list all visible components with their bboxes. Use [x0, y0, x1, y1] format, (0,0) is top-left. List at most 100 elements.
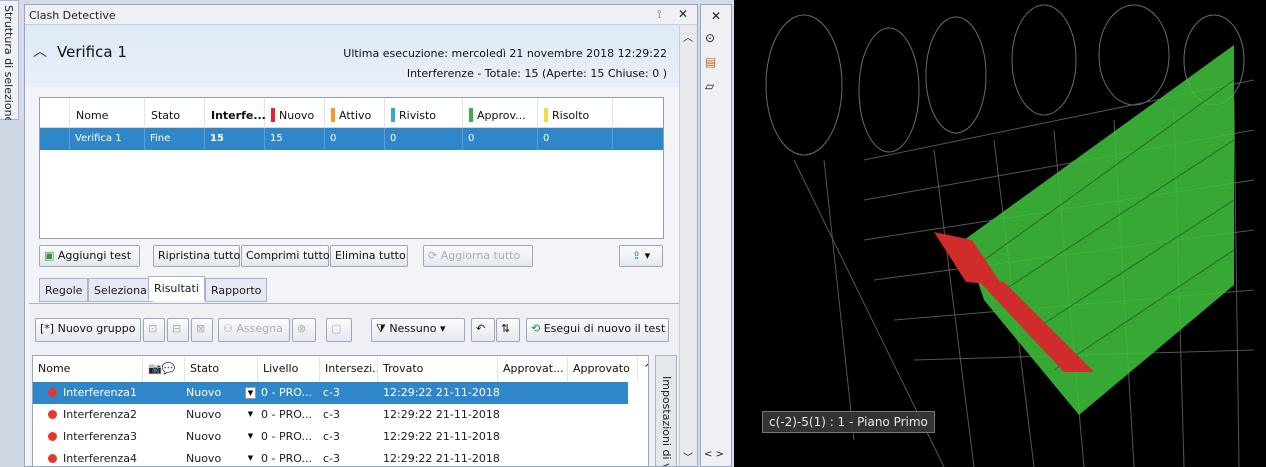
test-row-approvato: 0 — [463, 128, 538, 150]
view-settings-panel[interactable]: Impostazioni di v — [655, 355, 677, 467]
tests-col-risolto[interactable]: Risolto — [538, 98, 613, 128]
results-col-stato[interactable]: Stato — [185, 356, 258, 382]
clash-level: 0 - PRO... — [261, 386, 312, 399]
delete-all-button[interactable]: Elimina tutto — [330, 245, 408, 267]
test-row-rivisto: 0 — [385, 128, 463, 150]
clash-name-label: Interferenza4 — [63, 452, 137, 465]
test-row-stato: Fine — [145, 128, 205, 150]
tests-col-stato[interactable]: Stato — [145, 98, 205, 128]
update-all-button[interactable]: ⟳ Aggiorna tutto — [423, 245, 533, 267]
comment-tool-icon[interactable]: ▱ — [705, 79, 714, 93]
tests-col-approvato[interactable]: Approv... — [463, 98, 538, 128]
status-dropdown-icon[interactable]: ▼ — [245, 431, 256, 443]
clash-name-label: Interferenza2 — [63, 408, 137, 421]
clash-row[interactable]: Interferenza3 Nuovo ▼ 0 - PRO... c-3 12:… — [33, 426, 648, 448]
clash-row[interactable]: Interferenza4 Nuovo ▼ 0 - PRO... c-3 12:… — [33, 448, 648, 466]
tab-rapporto[interactable]: Rapporto — [205, 278, 268, 302]
reviewed-status-swatch — [391, 108, 395, 122]
test-header: ︿ Verifica 1 Ultima esecuzione: mercoled… — [25, 25, 697, 87]
camera-tool-icon[interactable]: ⊙ — [705, 31, 715, 45]
add-test-button[interactable]: ▣ Aggiungi test — [39, 245, 140, 267]
clash-status-dot — [48, 388, 57, 397]
clash-row[interactable]: Interferenza1 Nuovo ▼ 0 - PRO... c-3 12:… — [33, 382, 628, 404]
clash-status-dot — [48, 410, 57, 419]
panel-scrollbar[interactable]: ︿ ﹀ — [679, 25, 697, 466]
active-status-swatch — [331, 108, 335, 122]
clash-element-green — [964, 45, 1234, 415]
test-row-attivo: 0 — [325, 128, 385, 150]
compact-all-button[interactable]: Comprimi tutto — [241, 245, 330, 267]
clash-row[interactable]: Interferenza2 Nuovo ▼ 0 - PRO... c-3 12:… — [33, 404, 648, 426]
tests-col-attivo[interactable]: Attivo — [325, 98, 385, 128]
close-icon[interactable]: ✕ — [711, 9, 721, 23]
tests-col-nome[interactable]: Nome — [70, 98, 145, 128]
close-icon[interactable]: ✕ — [678, 7, 688, 21]
results-col-nome[interactable]: Nome — [33, 356, 143, 382]
group-icon[interactable]: ⊡ — [143, 318, 165, 342]
reset-filter-icon[interactable]: ↶ — [471, 318, 495, 342]
clash-level: 0 - PRO... — [261, 430, 312, 443]
assign-icon: ⚇ — [223, 322, 237, 335]
test-title: Verifica 1 — [57, 43, 127, 61]
filter-label: Nessuno — [389, 322, 437, 335]
viewport-location-label: c(-2)-5(1) : 1 - Piano Primo — [762, 411, 935, 433]
remove-from-group-icon[interactable]: ⊠ — [191, 318, 213, 342]
clash-found: 12:29:22 21-11-2018 — [383, 386, 500, 399]
rerun-label: Esegui di nuovo il test — [543, 322, 666, 335]
comment-icon[interactable]: ▢ — [326, 318, 352, 342]
filter-dropdown[interactable]: ⧩ Nessuno ▾ — [371, 318, 465, 342]
add-test-icon: ▣ — [44, 249, 58, 262]
clash-name: Interferenza4 — [45, 448, 185, 466]
test-row[interactable]: Verifica 1 Fine 15 15 0 0 0 0 — [40, 128, 663, 150]
tests-col-rivisto[interactable]: Rivisto — [385, 98, 463, 128]
export-dropdown-button[interactable]: ⇪ ▾ — [619, 245, 663, 267]
unassign-icon[interactable]: ⊗ — [292, 318, 316, 342]
tests-col-interferenze[interactable]: Interfe... — [205, 98, 266, 128]
tests-col-nuovo[interactable]: Nuovo — [265, 98, 325, 128]
results-col-livello[interactable]: Livello — [258, 356, 320, 382]
rerun-test-button[interactable]: ⟲ Esegui di nuovo il test — [526, 318, 669, 342]
folder-tool-icon[interactable]: ▤ — [705, 55, 716, 69]
test-row-spacer — [40, 128, 70, 150]
ungroup-icon[interactable]: ⊟ — [167, 318, 189, 342]
results-col-approvato-da[interactable]: Approvat... — [498, 356, 568, 382]
tab-regole[interactable]: Regole — [39, 278, 89, 302]
new-group-label: Nuovo gruppo — [57, 322, 136, 335]
scroll-down-icon[interactable]: ﹀ — [683, 449, 693, 464]
tests-col-attivo-label: Attivo — [339, 109, 372, 122]
clash-grid: c-3 — [323, 386, 341, 399]
selection-tree-tab[interactable]: Struttura di selezione — [0, 0, 19, 123]
results-col-approvato[interactable]: Approvato — [568, 356, 638, 382]
tab-strip: Regole Seleziona Risultati Rapporto — [39, 276, 679, 304]
wireframe-model — [765, 4, 1255, 467]
results-scroll-up-icon[interactable]: ⌃ — [638, 356, 648, 382]
new-group-icon: [*] — [40, 322, 58, 335]
clash-grid: c-3 — [323, 408, 341, 421]
status-dropdown-icon[interactable]: ▼ — [245, 453, 256, 465]
status-dropdown-icon[interactable]: ▼ — [245, 387, 256, 399]
reset-all-button[interactable]: Ripristina tutto — [153, 245, 240, 267]
status-dropdown-icon[interactable]: ▼ — [245, 409, 256, 421]
sort-icon[interactable]: ⇅ — [496, 318, 520, 342]
tests-col-approvato-label: Approv... — [477, 109, 526, 122]
assign-button[interactable]: ⚇ Assegna — [218, 318, 290, 342]
clash-status: Nuovo — [186, 408, 222, 421]
results-col-trovato[interactable]: Trovato — [378, 356, 498, 382]
scroll-up-icon[interactable]: ︿ — [683, 29, 693, 44]
collapse-chevron-icon[interactable]: ︿ — [33, 41, 47, 61]
camera-icon: 📷 — [148, 362, 162, 375]
pin-icon[interactable]: ⟟ — [657, 7, 661, 22]
clash-found: 12:29:22 21-11-2018 — [383, 430, 500, 443]
tests-col-rivisto-label: Rivisto — [399, 109, 437, 122]
3d-viewport[interactable]: c(-2)-5(1) : 1 - Piano Primo — [734, 0, 1266, 467]
view-settings-label: Impostazioni di v — [660, 376, 673, 467]
tab-seleziona[interactable]: Seleziona — [88, 278, 153, 302]
clash-status-dot — [48, 454, 57, 463]
left-dock-strip — [0, 120, 24, 467]
new-group-button[interactable]: [*] Nuovo gruppo — [35, 318, 141, 342]
results-col-intersezione[interactable]: Intersezi... — [320, 356, 378, 382]
clash-grid: c-3 — [323, 430, 341, 443]
tab-risultati[interactable]: Risultati — [148, 276, 205, 301]
tests-table-header: Nome Stato Interfe... Nuovo Attivo Rivis… — [40, 98, 663, 128]
nav-arrows-icon[interactable]: < > — [704, 449, 724, 460]
